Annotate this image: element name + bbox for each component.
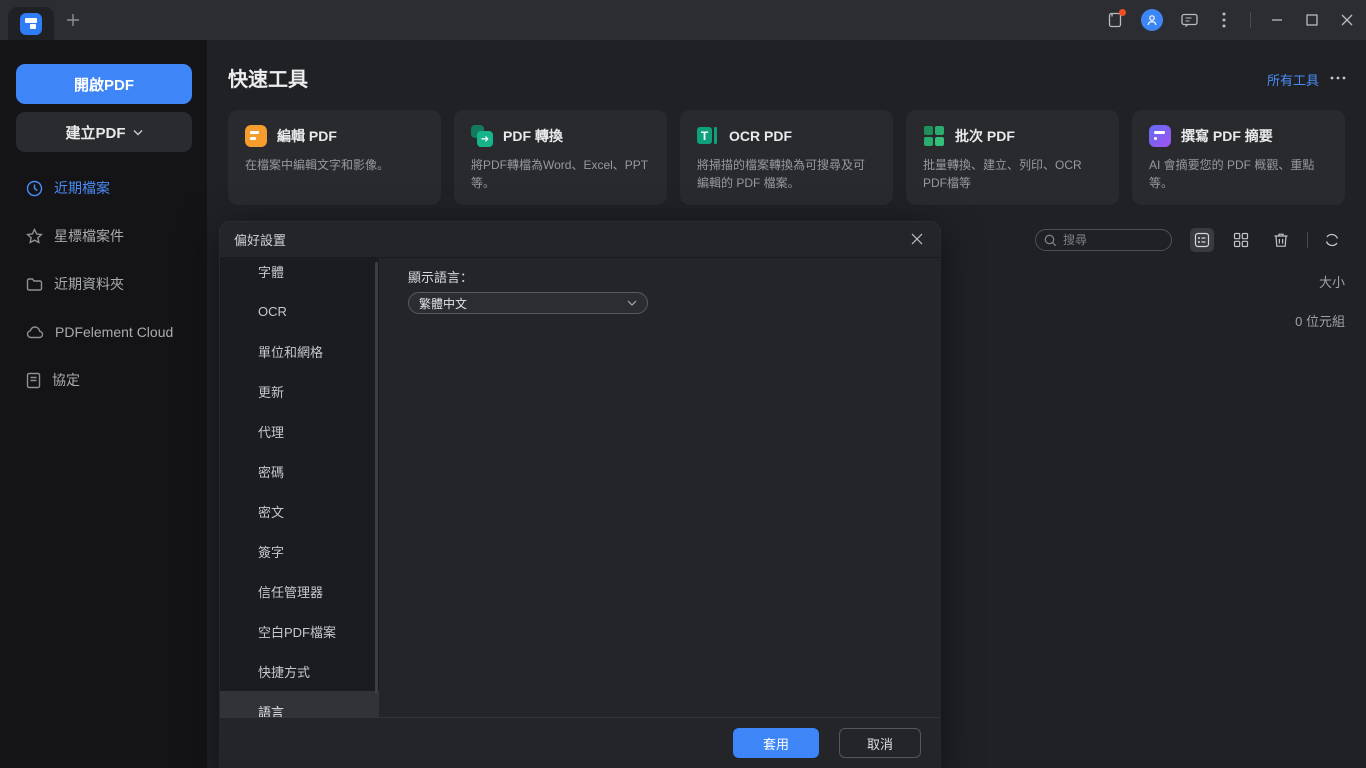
open-pdf-button[interactable]: 開啟PDF [16,64,192,104]
sidebar-item-recent-folders[interactable]: 近期資料夾 [0,260,207,308]
clock-icon [26,180,43,197]
all-tools-link[interactable]: 所有工具 [1267,70,1319,89]
pdf-convert-icon: ➜ [471,125,493,147]
card-title: OCR PDF [729,128,792,144]
sidebar-item-cloud[interactable]: PDFelement Cloud [0,308,207,356]
card-desc: 將PDF轉檔為Word、Excel、PPT等。 [471,156,650,192]
card-pdf-summary[interactable]: 撰寫 PDF 摘要 AI 會摘要您的 PDF 概觀、重點等。 [1132,110,1345,205]
titlebar-separator [1250,12,1251,28]
display-language-label: 顯示語言： [408,267,473,286]
card-title: 批次 PDF [955,126,1015,146]
notification-badge [1119,9,1126,16]
card-title: PDF 轉換 [503,126,563,146]
pref-menu-signature[interactable]: 簽字 [220,531,379,571]
sidebar-nav: 近期檔案 星標檔案件 近期資料夾 PDFelement Cloud 協定 [0,164,207,404]
pref-menu-redaction[interactable]: 密文 [220,491,379,531]
edit-pdf-icon [245,125,267,147]
card-pdf-convert[interactable]: ➜ PDF 轉換 將PDF轉檔為Word、Excel、PPT等。 [454,110,667,205]
ocr-pdf-icon: T [697,125,719,147]
sidebar-item-starred-files[interactable]: 星標檔案件 [0,212,207,260]
card-title: 編輯 PDF [277,126,337,146]
list-view-icon[interactable] [1190,228,1214,252]
toolbar-separator [1307,232,1308,248]
search-icon [1044,234,1057,247]
new-tab-button[interactable] [64,11,82,29]
size-column-label[interactable]: 大小 [1290,272,1345,291]
create-pdf-label: 建立PDF [65,122,125,143]
notifications-icon[interactable] [1106,11,1124,29]
dialog-content: 顯示語言： 繁體中文 [379,258,940,717]
batch-pdf-icon [923,125,945,147]
dialog-header[interactable]: 偏好設置 [220,222,940,258]
card-desc: 批量轉換、建立、列印、OCR PDF檔等 [923,156,1102,192]
pdf-summary-icon [1149,125,1171,147]
pref-menu-blank-pdf[interactable]: 空白PDF檔案 [220,611,379,651]
pref-menu-fonts[interactable]: 字體 [220,258,379,291]
dialog-menu: 字體 OCR 單位和網格 更新 代理 密碼 密文 簽字 信任管理器 空白PDF檔… [220,258,379,717]
close-button[interactable] [1338,11,1356,29]
search-box[interactable] [1035,229,1172,251]
sidebar: 開啟PDF 建立PDF 近期檔案 星標檔案件 近期資料夾 PDFelement … [0,40,207,768]
sidebar-item-label: 協定 [52,370,80,390]
pref-menu-ocr[interactable]: OCR [220,291,379,331]
account-avatar[interactable] [1141,9,1163,31]
tab-home[interactable] [8,7,54,40]
dialog-close-icon[interactable] [910,232,926,248]
cloud-icon [26,325,44,339]
card-desc: 在檔案中編輯文字和影像。 [245,156,424,174]
titlebar [0,0,1366,40]
sidebar-item-agreement[interactable]: 協定 [0,356,207,404]
more-options-icon[interactable] [1330,70,1348,86]
card-title: 撰寫 PDF 摘要 [1181,126,1273,146]
refresh-icon[interactable] [1320,228,1344,252]
feedback-icon[interactable] [1180,11,1198,29]
create-pdf-button[interactable]: 建立PDF [16,112,192,152]
folder-icon [26,276,43,293]
quick-tools-cards: 編輯 PDF 在檔案中編輯文字和影像。 ➜ PDF 轉換 將PDF轉檔為Word… [228,110,1345,205]
minimize-button[interactable] [1268,11,1286,29]
maximize-button[interactable] [1303,11,1321,29]
total-size-value: 0 位元組 [1245,311,1345,330]
page-title: 快速工具 [228,63,308,92]
cancel-button[interactable]: 取消 [839,728,921,758]
chevron-down-icon [133,129,143,136]
grid-view-icon[interactable] [1229,228,1253,252]
dialog-footer: 套用 取消 [220,717,940,768]
sidebar-item-label: PDFelement Cloud [55,324,173,340]
card-batch-pdf[interactable]: 批次 PDF 批量轉換、建立、列印、OCR PDF檔等 [906,110,1119,205]
language-select[interactable]: 繁體中文 [408,292,648,314]
pref-menu-password[interactable]: 密碼 [220,451,379,491]
dialog-title: 偏好設置 [234,230,286,249]
apply-button[interactable]: 套用 [733,728,819,758]
pref-menu-units-grid[interactable]: 單位和網格 [220,331,379,371]
pref-menu-proxy[interactable]: 代理 [220,411,379,451]
pref-menu-trust-manager[interactable]: 信任管理器 [220,571,379,611]
kebab-menu-icon[interactable] [1215,11,1233,29]
agreement-icon [26,372,41,389]
menu-scrollbar[interactable] [375,262,378,694]
sidebar-item-recent-files[interactable]: 近期檔案 [0,164,207,212]
chevron-down-icon [627,300,637,306]
sidebar-item-label: 近期檔案 [54,178,110,198]
pref-menu-shortcuts[interactable]: 快捷方式 [220,651,379,691]
app-logo-icon [20,13,42,35]
preferences-dialog: 偏好設置 字體 OCR 單位和網格 更新 代理 密碼 密文 簽字 信任管理器 空… [220,222,940,768]
card-edit-pdf[interactable]: 編輯 PDF 在檔案中編輯文字和影像。 [228,110,441,205]
card-ocr-pdf[interactable]: T OCR PDF 將掃描的檔案轉換為可搜尋及可編輯的 PDF 檔案。 [680,110,893,205]
card-desc: 將掃描的檔案轉換為可搜尋及可編輯的 PDF 檔案。 [697,156,876,192]
pref-menu-language[interactable]: 語言 [220,691,379,717]
sidebar-item-label: 星標檔案件 [54,226,124,246]
card-desc: AI 會摘要您的 PDF 概觀、重點等。 [1149,156,1328,192]
language-select-value: 繁體中文 [419,295,467,312]
sidebar-item-label: 近期資料夾 [54,274,124,294]
star-icon [26,228,43,245]
search-input[interactable] [1063,233,1153,247]
pref-menu-update[interactable]: 更新 [220,371,379,411]
trash-icon[interactable] [1269,228,1293,252]
